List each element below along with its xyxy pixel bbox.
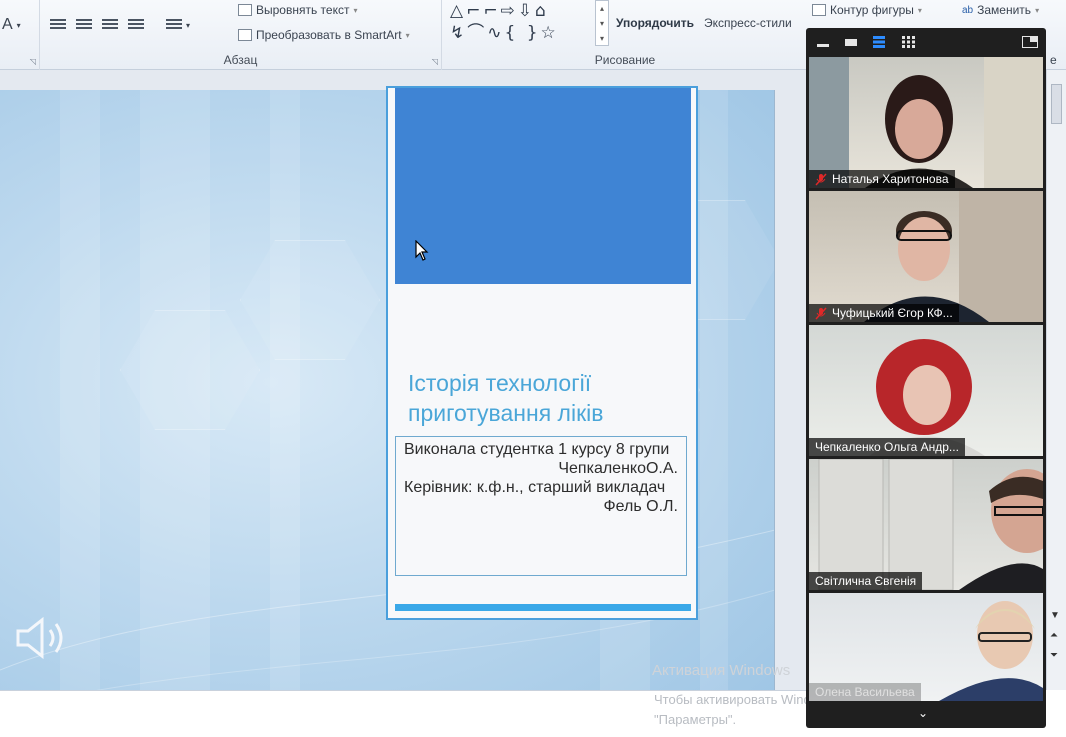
muted-mic-icon	[815, 306, 827, 320]
participant-label-2: Чуфицький Єгор КФ...	[809, 304, 959, 322]
zoom-toolbar	[806, 28, 1046, 56]
participant-tile-5[interactable]: Олена Васильева	[809, 593, 1043, 701]
slide-info-textbox[interactable]: Виконала студентка 1 курсу 8 групи Чепка…	[395, 436, 687, 576]
participant-tile-4[interactable]: Світлична Євгенія	[809, 459, 1043, 590]
title-slide[interactable]: Історія технології приготування ліків Ви…	[386, 86, 698, 620]
slide-header-block	[395, 88, 691, 284]
supervisor-line: Керівник: к.ф.н., старший викладач	[404, 479, 666, 496]
minimize-icon[interactable]	[816, 36, 830, 48]
participant-tile-2[interactable]: Чуфицький Єгор КФ...	[809, 191, 1043, 322]
zoom-gallery-panel: Наталья Харитонова Чуфицький Єгор КФ... …	[806, 28, 1046, 728]
columns-icon	[166, 19, 182, 31]
participant-label-5: Олена Васильева	[809, 683, 921, 701]
exit-window-icon[interactable]	[1022, 36, 1038, 48]
convert-smartart-button[interactable]: Преобразовать в SmartArt ▾	[238, 28, 410, 42]
replace-button[interactable]: ab Заменить ▾	[962, 3, 1039, 17]
slide-title[interactable]: Історія технології приготування ліків	[408, 368, 688, 428]
participant-name-3: Чепкаленко Ольга Андр...	[815, 440, 959, 454]
convert-smartart-label: Преобразовать в SmartArt	[256, 28, 402, 42]
muted-mic-icon	[815, 172, 827, 186]
font-color-icon: A	[2, 16, 13, 33]
align-right-button[interactable]	[102, 19, 118, 31]
participant-video-3	[869, 339, 985, 456]
author-line: Виконала студентка 1 курсу 8 групи	[404, 441, 670, 458]
slide-bottom-bar	[395, 604, 691, 611]
align-left-button[interactable]	[50, 19, 66, 31]
thumbnail-view-icon[interactable]	[844, 36, 858, 48]
align-text-label: Выровнять текст	[256, 3, 350, 17]
font-dialog-launcher[interactable]: ◹	[30, 57, 36, 66]
align-left-icon	[50, 19, 66, 31]
activation-watermark-title: Активация Windows	[652, 662, 791, 679]
chevron-down-icon[interactable]: ⌄	[918, 706, 928, 720]
align-text-button[interactable]: Выровнять текст ▾	[238, 3, 358, 17]
align-text-icon	[238, 4, 252, 16]
participant-video-2	[864, 191, 1043, 322]
vertical-scrollbar[interactable]: ▼ ⏶ ⏷	[1046, 70, 1066, 690]
next-slide-icon[interactable]: ⏷	[1050, 650, 1058, 661]
participant-label-4: Світлична Євгенія	[809, 572, 923, 590]
shape-outline-button[interactable]: Контур фигуры ▾	[812, 3, 922, 17]
editing-group-label-partial: е	[1050, 53, 1057, 67]
arrange-button[interactable]: Упорядочить	[616, 16, 694, 30]
replace-icon: ab	[962, 4, 974, 16]
font-color-button[interactable]: A ▾	[2, 16, 21, 34]
mouse-cursor-icon	[415, 240, 429, 261]
participant-video-1	[809, 57, 1043, 188]
font-group-partial: A ▾ ◹	[0, 0, 40, 70]
speaker-view-icon[interactable]	[872, 36, 886, 48]
author-name: ЧепкаленкоО.А.	[558, 460, 678, 477]
shapes-gallery[interactable]: △⌐⌐⇨⇩⌂ ↯⌒∿{ }☆	[450, 0, 595, 48]
audio-speaker-icon[interactable]	[14, 614, 70, 662]
shapes-row-2: ↯⌒∿{ }☆	[450, 23, 559, 43]
shapes-gallery-scroll[interactable]: ▴ ▾ ▾	[595, 0, 609, 46]
participant-label-1: Наталья Харитонова	[809, 170, 955, 188]
shape-outline-icon	[812, 4, 826, 16]
paragraph-group-label: Абзац	[223, 53, 258, 67]
participant-tile-3[interactable]: Чепкаленко Ольга Андр...	[809, 325, 1043, 456]
replace-label: Заменить	[977, 3, 1032, 17]
participant-name-4: Світлична Євгенія	[815, 574, 917, 588]
participant-name-5: Олена Васильева	[815, 685, 915, 699]
shapes-row-1: △⌐⌐⇨⇩⌂	[450, 1, 549, 21]
columns-button[interactable]: ▾	[166, 19, 190, 31]
participant-video-4	[818, 459, 1043, 590]
justify-button[interactable]	[128, 19, 144, 31]
quick-styles-label: Экспресс-стили	[704, 16, 792, 30]
align-center-icon	[76, 19, 92, 31]
drawing-group-label: Рисование	[594, 53, 656, 67]
shape-outline-label: Контур фигуры	[830, 3, 914, 17]
participant-label-3: Чепкаленко Ольга Андр...	[809, 438, 965, 456]
prev-slide-icon[interactable]: ⏶	[1050, 630, 1058, 641]
paragraph-dialog-launcher[interactable]: ◹	[432, 57, 438, 66]
participant-tile-1[interactable]: Наталья Харитонова	[809, 57, 1043, 188]
align-right-icon	[102, 19, 118, 31]
quick-styles-button[interactable]: Экспресс-стили	[704, 16, 792, 30]
justify-icon	[128, 19, 144, 31]
activation-watermark-settings: "Параметры".	[654, 712, 737, 727]
gallery-view-icon[interactable]	[902, 36, 916, 48]
scrollbar-thumb[interactable]	[1051, 84, 1062, 124]
paragraph-group: ▾ Выровнять текст ▾ Преобразовать в Smart…	[40, 0, 442, 70]
align-center-button[interactable]	[76, 19, 92, 31]
supervisor-name: Фель О.Л.	[603, 498, 678, 515]
scroll-down-arrow-icon[interactable]: ▼	[1050, 610, 1060, 621]
participant-name-2: Чуфицький Єгор КФ...	[832, 306, 953, 320]
smartart-icon	[238, 29, 252, 41]
participant-name-1: Наталья Харитонова	[832, 172, 949, 186]
arrange-label: Упорядочить	[616, 16, 695, 30]
